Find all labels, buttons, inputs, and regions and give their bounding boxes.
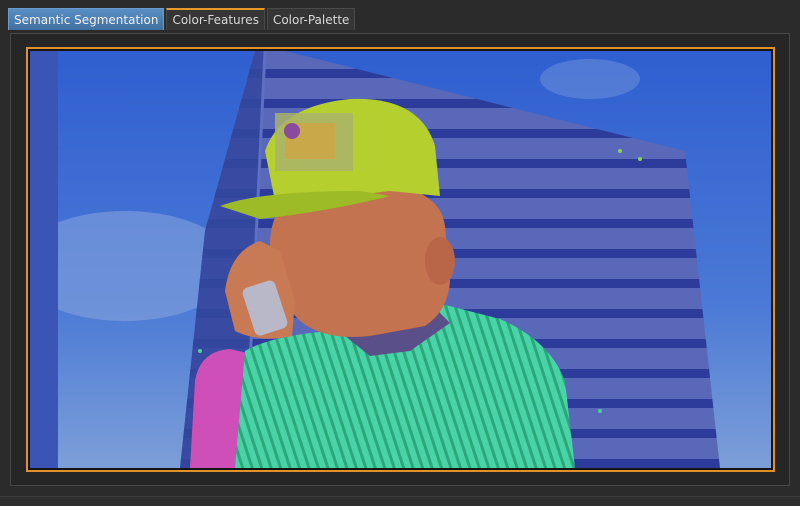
cap-logo-figure [284,123,300,139]
segmentation-image-viewer[interactable] [26,47,775,472]
ear [425,237,455,285]
segmentation-image [30,51,771,468]
segmentation-app: Semantic Segmentation Color-Features Col… [0,0,800,506]
tab-color-features[interactable]: Color-Features [166,8,265,30]
cloud [540,59,640,99]
speck [198,349,202,353]
status-bar [0,496,800,506]
speck [638,157,642,161]
tab-semantic-segmentation[interactable]: Semantic Segmentation [8,8,165,30]
content-panel [10,33,790,486]
left-building-edge [30,51,58,468]
view-tabs: Semantic Segmentation Color-Features Col… [8,8,356,32]
tab-color-palette[interactable]: Color-Palette [266,8,356,30]
speck [618,149,622,153]
speck [598,409,602,413]
